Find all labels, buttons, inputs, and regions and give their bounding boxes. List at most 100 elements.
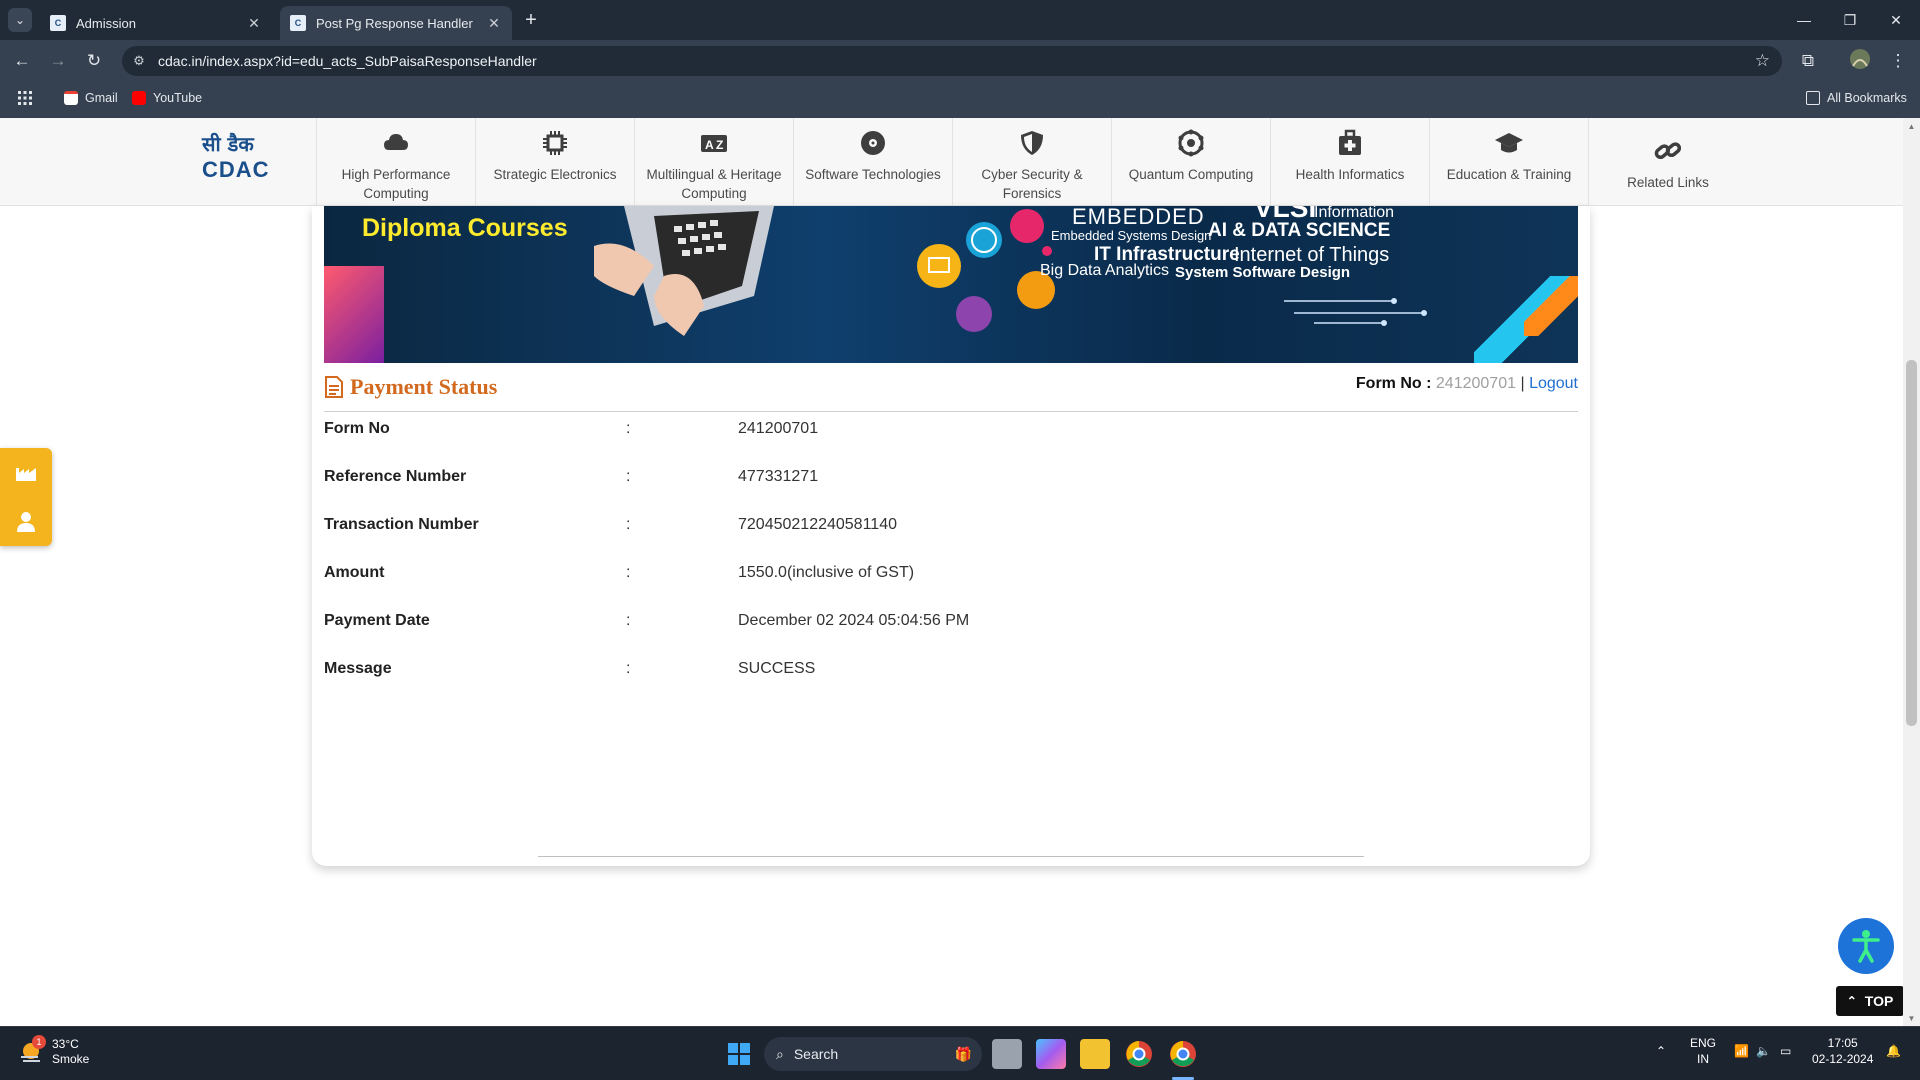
- page-scrollbar-thumb[interactable]: [1906, 360, 1917, 726]
- svg-text:Z: Z: [716, 138, 723, 152]
- detail-row-amount: Amount : 1550.0(inclusive of GST): [324, 560, 1578, 590]
- close-icon[interactable]: ✕: [246, 15, 262, 32]
- user-icon: [17, 511, 35, 532]
- clock[interactable]: 17:05 02-12-2024: [1812, 1035, 1873, 1067]
- site-info-icon[interactable]: ⚙: [130, 52, 148, 70]
- notification-bell-icon[interactable]: 🔔: [1886, 1043, 1901, 1059]
- detail-row-form-no: Form No : 241200701: [324, 416, 1578, 446]
- minimize-icon[interactable]: —: [1784, 8, 1824, 32]
- payment-status-title: Payment Status: [324, 374, 497, 400]
- site-header: सी डैक CDAC High Performance Computing S…: [0, 118, 1920, 206]
- chrome-profile-icon[interactable]: [1168, 1039, 1198, 1069]
- factory-icon: [16, 467, 36, 481]
- banner-keyword: System Software Design: [1175, 264, 1351, 281]
- cdac-logo[interactable]: सी डैक CDAC: [202, 130, 272, 182]
- payment-card: Diploma Courses EMBEDDED VLSI Informatio…: [312, 206, 1590, 866]
- accessibility-button[interactable]: [1838, 918, 1894, 974]
- tab-search-button[interactable]: ⌄: [8, 8, 32, 32]
- detail-value: 241200701: [738, 420, 819, 437]
- tray-overflow-chevron-icon[interactable]: ⌃: [1656, 1043, 1666, 1059]
- banner-keyword: Big Data Analytics: [1040, 262, 1169, 279]
- menu-quantum-computing[interactable]: Quantum Computing: [1111, 118, 1270, 206]
- new-tab-button[interactable]: +: [520, 9, 542, 31]
- browser-tab-bar: ⌄ C Admission ✕ C Post Pg Response Handl…: [0, 0, 1920, 40]
- taskbar-search[interactable]: ⌕ Search 🎁: [764, 1037, 982, 1071]
- weather-widget[interactable]: 1 33°C Smoke: [18, 1035, 89, 1067]
- tab-admission[interactable]: C Admission ✕: [40, 6, 272, 40]
- clock-date: 02-12-2024: [1812, 1052, 1874, 1066]
- reload-icon[interactable]: ↻: [82, 50, 106, 74]
- scroll-down-arrow-icon[interactable]: ▼: [1906, 1014, 1917, 1024]
- address-bar[interactable]: ⚙ cdac.in/index.aspx?id=edu_acts_SubPais…: [122, 46, 1782, 76]
- wifi-icon[interactable]: 📶: [1734, 1043, 1749, 1059]
- bookmark-youtube[interactable]: YouTube: [132, 91, 202, 105]
- menu-multilingual-heritage-computing[interactable]: AZ Multilingual & Heritage Computing: [634, 118, 793, 206]
- window-close-icon[interactable]: ✕: [1876, 8, 1916, 32]
- menu-health-informatics[interactable]: Health Informatics: [1270, 118, 1429, 206]
- all-bookmarks[interactable]: All Bookmarks: [1806, 91, 1907, 105]
- card-divider: [538, 856, 1364, 857]
- payment-status-heading: Payment Status: [350, 374, 498, 399]
- menu-label: Multilingual & Heritage Computing: [646, 167, 782, 201]
- task-view-icon[interactable]: [992, 1039, 1022, 1069]
- detail-value: 720450212240581140: [738, 516, 897, 533]
- apps-grid-icon[interactable]: [18, 91, 32, 105]
- all-bookmarks-label: All Bookmarks: [1827, 91, 1907, 105]
- back-to-top-button[interactable]: ⌃ TOP: [1836, 986, 1904, 1016]
- language-indicator[interactable]: ENG IN: [1690, 1035, 1716, 1067]
- forward-icon[interactable]: →: [46, 50, 70, 74]
- menu-related-links[interactable]: Related Links: [1588, 118, 1747, 206]
- url-text[interactable]: cdac.in/index.aspx?id=edu_acts_SubPaisaR…: [158, 53, 537, 69]
- menu-cyber-security-forensics[interactable]: Cyber Security & Forensics: [952, 118, 1111, 206]
- chrome-icon[interactable]: [1124, 1039, 1154, 1069]
- detail-row-message: Message : SUCCESS: [324, 656, 1578, 686]
- close-icon[interactable]: ✕: [486, 15, 502, 32]
- bookmark-gmail[interactable]: Gmail: [64, 91, 118, 105]
- banner-keyword: AI & DATA SCIENCE: [1208, 220, 1391, 241]
- circuit-lines-decoration: [1284, 298, 1427, 326]
- browser-toolbar: ← → ↻ ⚙ cdac.in/index.aspx?id=edu_acts_S…: [0, 40, 1920, 82]
- menu-education-training[interactable]: Education & Training: [1429, 118, 1588, 206]
- bookmark-label: YouTube: [153, 91, 203, 105]
- back-icon[interactable]: ←: [10, 50, 34, 74]
- industry-link-button[interactable]: [0, 448, 52, 497]
- logout-link[interactable]: Logout: [1529, 375, 1578, 392]
- colon: :: [626, 420, 631, 437]
- windows-start-icon[interactable]: [724, 1039, 754, 1069]
- colon: :: [626, 660, 631, 677]
- atom-icon: [1178, 129, 1204, 157]
- detail-value: 1550.0(inclusive of GST): [738, 564, 915, 581]
- payment-status-header: Payment Status Form No : 241200701 | Log…: [324, 368, 1578, 412]
- colon: :: [626, 516, 631, 533]
- battery-icon[interactable]: ▭: [1780, 1043, 1791, 1059]
- banner-keyword: EMBEDDED: [1072, 206, 1205, 229]
- detail-value: 477331271: [738, 468, 819, 485]
- volume-icon[interactable]: 🔈: [1756, 1043, 1771, 1059]
- folder-icon: [1806, 91, 1820, 105]
- language-code: ENG: [1690, 1036, 1717, 1050]
- menu-label: High Performance Computing: [341, 167, 451, 201]
- copilot-icon[interactable]: [1036, 1039, 1066, 1069]
- tab-post-pg-response-handler[interactable]: C Post Pg Response Handler ✕: [280, 6, 512, 40]
- menu-software-technologies[interactable]: Software Technologies: [793, 118, 952, 206]
- detail-row-payment-date: Payment Date : December 02 2024 05:04:56…: [324, 608, 1578, 638]
- banner-decor-stripe: [324, 266, 384, 363]
- scroll-up-arrow-icon[interactable]: ▲: [1906, 122, 1917, 132]
- menu-high-performance-computing[interactable]: High Performance Computing: [316, 118, 475, 206]
- clock-time: 17:05: [1827, 1036, 1858, 1050]
- translate-icon: AZ: [701, 135, 727, 152]
- file-explorer-icon[interactable]: [1080, 1039, 1110, 1069]
- profile-avatar[interactable]: [1848, 48, 1872, 72]
- menu-kebab-icon[interactable]: ⋮: [1886, 50, 1910, 74]
- cloud-icon: [384, 134, 408, 150]
- menu-strategic-electronics[interactable]: Strategic Electronics: [475, 118, 634, 206]
- user-login-button[interactable]: [0, 497, 52, 546]
- menu-label: Health Informatics: [1295, 167, 1405, 182]
- search-icon: ⌕: [776, 1045, 784, 1062]
- restore-icon[interactable]: ❐: [1830, 8, 1870, 32]
- detail-label: Reference Number: [324, 468, 467, 485]
- banner-title: Diploma Courses: [362, 214, 568, 242]
- bookmark-star-icon[interactable]: ☆: [1755, 51, 1770, 71]
- form-no-value: 241200701: [1435, 375, 1516, 392]
- extensions-icon[interactable]: ⧉: [1796, 50, 1820, 74]
